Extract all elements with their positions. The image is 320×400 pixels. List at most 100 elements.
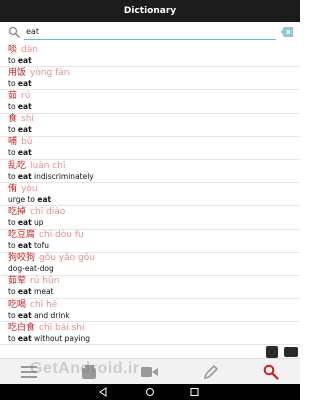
headword: 食 shí <box>8 114 300 125</box>
definition-match: eat <box>17 241 32 251</box>
result-item[interactable]: 吃喝 chī hē to eat and drink <box>0 299 300 323</box>
definition-match: eat <box>17 78 32 88</box>
pinyin: shí <box>21 114 34 125</box>
definition-suffix: and drink <box>31 310 70 320</box>
definition: dog-eat-dog <box>8 264 300 274</box>
hanzi: 吃豆腐 <box>8 230 36 241</box>
definition: to eat <box>8 79 300 89</box>
result-item[interactable]: 狗咬狗 gǒu yǎo gǒu dog-eat-dog <box>0 253 300 276</box>
pinyin: chī diào <box>30 206 66 217</box>
home-icon[interactable] <box>146 388 154 396</box>
tab-write[interactable] <box>202 363 220 381</box>
result-item[interactable]: 吃豆腐 chī dòu fu to eat tofu <box>0 230 300 253</box>
definition: to eat and drink <box>8 311 300 321</box>
headword: 啖 dàn <box>8 45 300 56</box>
hanzi: 茹荤 <box>8 276 27 287</box>
pinyin: rú hūn <box>30 276 60 287</box>
hanzi: 侑 <box>8 183 18 194</box>
pinyin: chī dòu fu <box>39 230 84 241</box>
definition: urge to eat <box>8 195 300 205</box>
definition-suffix: up <box>31 217 44 227</box>
definition: to eat <box>8 56 300 66</box>
definition-prefix: to <box>8 310 18 320</box>
definition: to eat <box>8 102 300 112</box>
recents-icon[interactable] <box>190 388 199 396</box>
hanzi: 食 <box>8 114 18 125</box>
definition-match: eat <box>17 148 32 158</box>
definition-prefix: to <box>8 287 18 297</box>
pinyin: rú <box>21 90 31 101</box>
search-tab-icon <box>263 364 279 380</box>
definition-match: eat <box>17 55 32 65</box>
handwriting-icon[interactable] <box>266 346 278 358</box>
pinyin: luàn chī <box>30 160 66 171</box>
definition-prefix: urge to <box>8 194 38 204</box>
back-icon[interactable] <box>99 387 107 397</box>
app-title: Dictionary <box>123 6 177 16</box>
result-item[interactable]: 乱吃 luàn chī to eat indiscriminately <box>0 160 300 184</box>
headword: 哺 bǔ <box>8 137 300 148</box>
definition-prefix: to <box>8 333 18 343</box>
hanzi: 啖 <box>8 44 18 55</box>
hanzi: 茹 <box>8 90 18 101</box>
result-item[interactable]: 食 shí to eat <box>0 114 300 137</box>
definition-suffix: indiscriminately <box>31 171 94 181</box>
hanzi: 狗咬狗 <box>8 253 36 264</box>
result-item[interactable]: 吃掉 chī diào to eat up <box>0 206 300 230</box>
headword: 吃豆腐 chī dòu fu <box>8 230 300 241</box>
pinyin: dàn <box>21 44 38 55</box>
watermark: GetAndroid.ir <box>30 360 140 377</box>
result-item[interactable]: 茹荤 rú hūn to eat meat <box>0 276 300 300</box>
definition-match: eat <box>17 101 32 111</box>
definition: to eat <box>8 125 300 135</box>
definition: to eat without paying <box>8 334 300 344</box>
definition-prefix: to <box>8 101 18 111</box>
definition-prefix: dog-eat-dog <box>8 264 54 274</box>
result-item[interactable]: 茹 rú to eat <box>0 90 300 114</box>
pinyin: yòu <box>21 183 38 194</box>
definition-match: eat <box>17 125 32 135</box>
title-bar: Dictionary <box>0 0 300 22</box>
result-item[interactable]: 侑 yòu urge to eat <box>0 183 300 207</box>
definition-match: eat <box>17 171 32 181</box>
headword: 吃白食 chī bái shí <box>8 323 300 334</box>
hanzi: 乱吃 <box>8 160 27 171</box>
definition-suffix: without paying <box>31 333 91 343</box>
definition: to eat tofu <box>8 241 300 251</box>
result-item[interactable]: 用饭 yòng fàn to eat <box>0 67 300 91</box>
keyboard-icon[interactable] <box>284 347 298 357</box>
tab-video[interactable] <box>141 363 159 381</box>
search-icon <box>8 26 20 38</box>
tab-search[interactable] <box>262 363 280 381</box>
result-item[interactable]: 啖 dàn to eat <box>0 44 300 68</box>
headword: 吃喝 chī hē <box>8 300 300 311</box>
definition-match: eat <box>17 217 32 227</box>
definition-match: eat <box>17 333 32 343</box>
pinyin: yòng fàn <box>30 67 70 78</box>
definition-match: eat <box>37 194 52 204</box>
headword: 用饭 yòng fàn <box>8 68 300 79</box>
hanzi: 哺 <box>8 137 18 148</box>
result-item[interactable]: 吃白食 chī bái shí to eat without paying <box>0 322 300 346</box>
hanzi: 用饭 <box>8 67 27 78</box>
definition-prefix: to <box>8 148 18 158</box>
pencil-icon <box>203 364 219 380</box>
headword: 乱吃 luàn chī <box>8 161 300 172</box>
headword: 茹 rú <box>8 91 300 102</box>
clear-input-icon[interactable] <box>281 27 293 37</box>
definition-prefix: to <box>8 241 18 251</box>
definition-match: eat <box>17 287 32 297</box>
headword: 吃掉 chī diào <box>8 207 300 218</box>
video-icon <box>141 367 158 377</box>
search-input[interactable] <box>24 24 276 40</box>
definition-prefix: to <box>8 217 18 227</box>
definition-prefix: to <box>8 171 18 181</box>
results-list: 啖 dàn to eat 用饭 yòng fàn to eat 茹 rú to eat 食 shí t… <box>0 44 300 358</box>
search-bar <box>0 22 300 44</box>
pinyin: gǒu yǎo gǒu <box>39 253 95 264</box>
result-item[interactable]: 哺 bǔ to eat <box>0 137 300 160</box>
hanzi: 吃白食 <box>8 322 36 333</box>
hanzi: 吃喝 <box>8 299 27 310</box>
headword: 侑 yòu <box>8 184 300 195</box>
definition-prefix: to <box>8 55 18 65</box>
